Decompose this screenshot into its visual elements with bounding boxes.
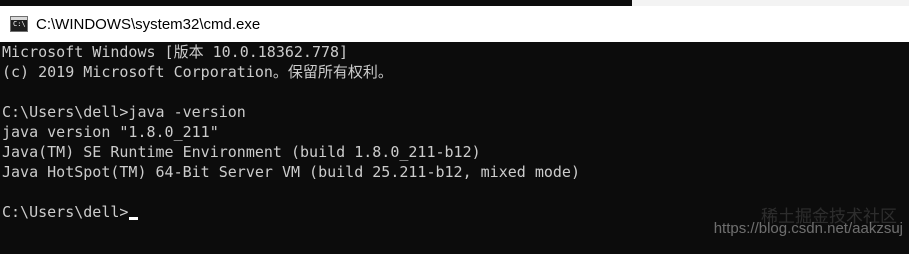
text-cursor xyxy=(129,217,139,220)
cmd-window: C:\ C:\WINDOWS\system32\cmd.exe Microsof… xyxy=(0,0,909,254)
title-bar[interactable]: C:\ C:\WINDOWS\system32\cmd.exe xyxy=(0,6,909,42)
window-title: C:\WINDOWS\system32\cmd.exe xyxy=(36,15,261,33)
console-line: Java(TM) SE Runtime Environment (build 1… xyxy=(2,143,481,161)
console-line: C:\Users\dell>java -version xyxy=(2,103,246,121)
prompt-line[interactable]: C:\Users\dell> xyxy=(2,202,139,222)
console-line: java version "1.8.0_211" xyxy=(2,123,219,141)
cmd-icon[interactable]: C:\ xyxy=(10,16,28,32)
watermark-url: https://blog.csdn.net/aakzsuj xyxy=(713,220,903,237)
console-line: Microsoft Windows [版本 10.0.18362.778] xyxy=(2,43,349,61)
console-line: Java HotSpot(TM) 64-Bit Server VM (build… xyxy=(2,163,580,181)
console-line: (c) 2019 Microsoft Corporation。保留所有权利。 xyxy=(2,63,393,81)
prompt-text: C:\Users\dell> xyxy=(2,203,129,221)
cmd-icon-glyph: C:\ xyxy=(13,20,26,28)
